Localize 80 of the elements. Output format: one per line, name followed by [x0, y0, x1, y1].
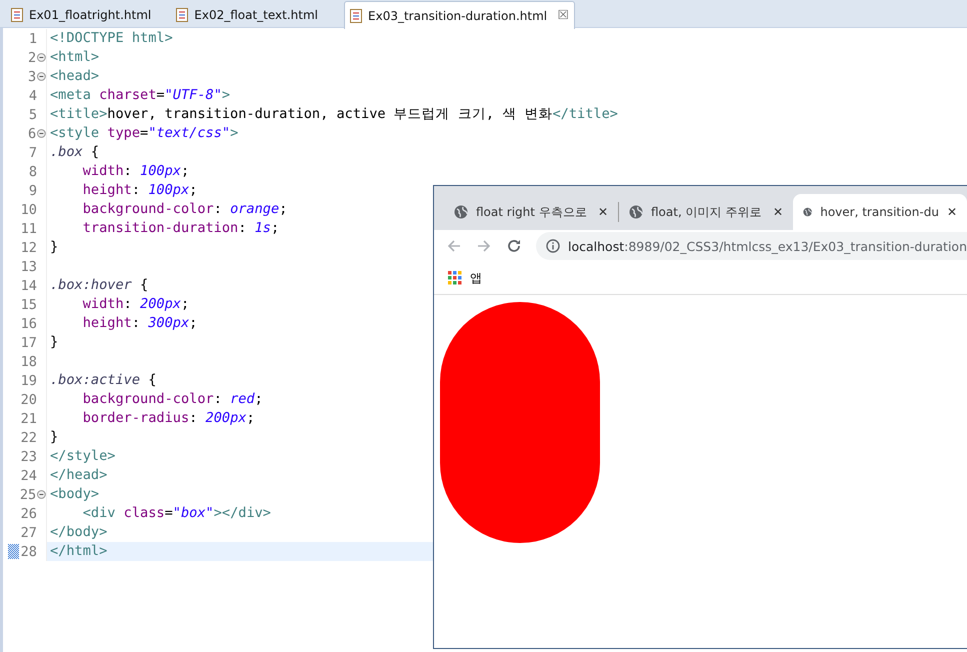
reload-icon[interactable] [506, 238, 522, 254]
code-line: width: 100px; [82, 163, 190, 179]
close-icon[interactable]: ⮽ [558, 8, 568, 23]
browser-tab[interactable]: float right 우측으로 ✕ [444, 194, 618, 230]
code-line: background-color: orange; [82, 201, 288, 217]
code-line: .box:active { [50, 372, 156, 388]
line-number: 19 [20, 372, 37, 388]
line-number: 21 [20, 410, 37, 426]
line-number: 20 [20, 392, 37, 408]
line-number: 7 [28, 144, 37, 160]
line-number: 17 [20, 334, 37, 350]
line-number: 13 [20, 258, 37, 274]
line-number: 12 [20, 240, 37, 256]
code-line: height: 100px; [82, 182, 198, 198]
close-icon[interactable]: ✕ [598, 205, 608, 219]
html-file-icon [349, 8, 364, 22]
code-line: <body> [50, 486, 100, 502]
collapse-icon[interactable] [37, 72, 46, 81]
url-text: localhost:8989/02_CSS3/htmlcss_ex13/Ex03_transition-duration [568, 238, 967, 254]
line-number: 6 [27, 126, 36, 142]
line-number: 4 [28, 88, 37, 104]
address-bar[interactable]: localhost:8989/02_CSS3/htmlcss_ex13/Ex03_transition-duration [536, 232, 967, 260]
code-line: <html> [50, 49, 100, 65]
globe-icon [629, 205, 643, 219]
globe-icon [803, 205, 812, 219]
editor-tab[interactable]: Ex01_floatright.html [6, 1, 172, 28]
line-number: 15 [20, 296, 37, 312]
code-line: } [50, 239, 58, 255]
line-number: 23 [20, 448, 37, 464]
collapse-icon[interactable] [37, 490, 46, 499]
bookmark-link[interactable]: 앱 [470, 270, 482, 286]
close-icon[interactable]: ✕ [772, 205, 783, 219]
line-number: 26 [20, 506, 37, 522]
apps-grid-icon [448, 271, 462, 285]
code-line: <meta charset="UTF-8"> [50, 87, 230, 103]
line-number: 1 [28, 30, 37, 46]
code-line: </html> [50, 543, 108, 559]
code-line: <!DOCTYPE html> [50, 30, 173, 46]
collapse-icon[interactable] [37, 129, 46, 138]
code-line: height: 300px; [82, 315, 198, 331]
code-line: background-color: red; [82, 391, 263, 407]
editor-tab[interactable]: Ex03_transition-duration.html ⮽ [344, 1, 576, 29]
html-file-icon [10, 8, 24, 22]
browser-tab[interactable]: float, 이미지 주위로 ✕ [619, 194, 793, 230]
code-line: </style> [50, 448, 116, 464]
close-icon[interactable]: ✕ [946, 205, 957, 219]
collapse-icon[interactable] [37, 53, 46, 62]
line-number: 24 [20, 468, 37, 484]
info-icon [546, 239, 560, 253]
line-number: 22 [20, 430, 37, 446]
line-number: 8 [28, 164, 37, 180]
code-line: <style type="text/css"> [50, 125, 238, 141]
line-number: 14 [20, 278, 37, 294]
line-number: 18 [20, 354, 37, 370]
code-line: <title>hover, transition-duration, active 부드럽게 크기, 색 변화</title> [50, 106, 618, 122]
html-file-icon [175, 8, 190, 22]
line-number: 10 [20, 202, 37, 218]
line-number: 5 [28, 106, 37, 122]
editor-tab[interactable]: Ex02_float_text.html [171, 1, 338, 28]
code-line: } [50, 334, 58, 350]
code-line: width: 200px; [82, 296, 190, 312]
code-line: .box:hover { [50, 277, 148, 293]
code-line: transition-duration: 1s; [82, 220, 280, 236]
code-line: </body> [50, 524, 108, 540]
code-line: <head> [50, 68, 100, 84]
line-number: 25 [18, 486, 36, 502]
line-number: 16 [20, 316, 37, 332]
code-line: border-radius: 200px; [82, 410, 255, 426]
globe-icon [454, 205, 468, 219]
code-line: <div class="box"></div> [82, 505, 271, 521]
line-number: 27 [20, 524, 37, 540]
code-line: </head> [50, 467, 108, 483]
code-line: .box { [50, 144, 100, 160]
line-number: 3 [27, 68, 36, 84]
browser-tab[interactable]: hover, transition-du ✕ [793, 194, 967, 230]
line-number: 9 [28, 182, 37, 198]
line-number: 11 [20, 220, 37, 236]
line-number: 2 [27, 50, 36, 66]
line-number: 28 [20, 544, 37, 560]
code-line: } [50, 429, 58, 445]
